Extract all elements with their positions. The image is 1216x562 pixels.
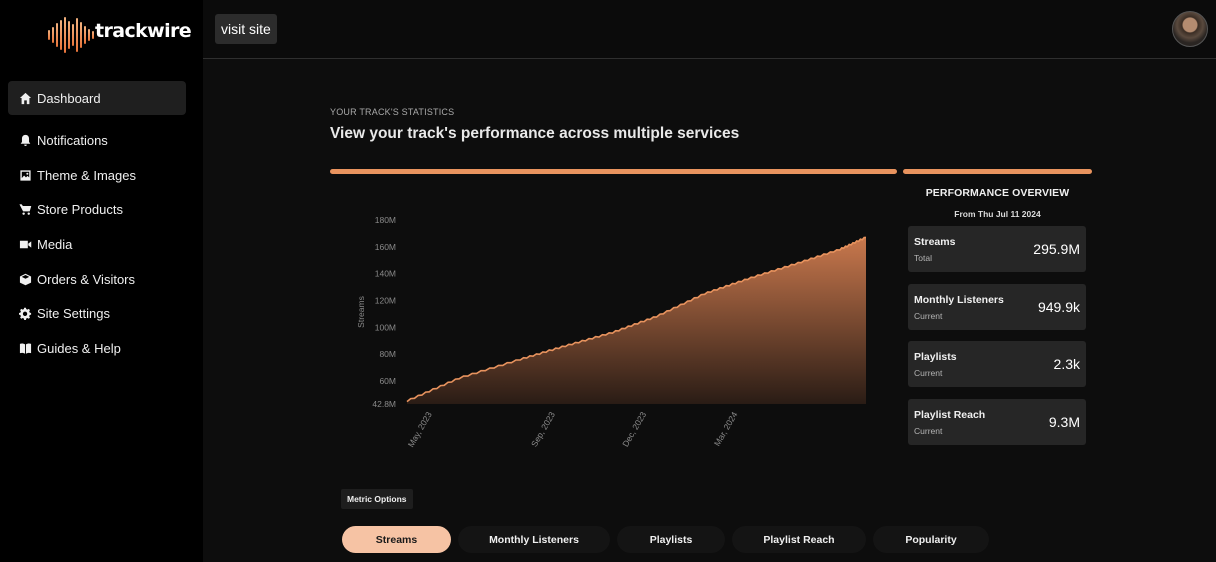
x-tick-label: Mar, 2024 [712, 410, 740, 448]
overview-accent-bar [903, 169, 1092, 174]
avatar[interactable] [1172, 11, 1208, 47]
sidebar-nav: Dashboard Notifications Theme & Images Stor… [8, 81, 186, 366]
bell-icon [18, 134, 32, 148]
performance-overview-date: From Thu Jul 11 2024 [954, 209, 1041, 219]
sidebar-item-media[interactable]: Media [8, 228, 186, 262]
sidebar-item-guides-help[interactable]: Guides & Help [8, 332, 186, 366]
metric-option-popularity[interactable]: Popularity [873, 526, 989, 553]
sidebar-item-store-products[interactable]: Store Products [8, 193, 186, 227]
stat-card-value: 295.9M [1033, 241, 1080, 257]
stat-card-playlist-reach: Playlist Reach Current 9.3M [908, 399, 1086, 445]
sidebar: trackwire Dashboard Notifications Theme & … [0, 0, 203, 562]
stat-card-label: Playlist Reach [914, 409, 986, 421]
metric-option-monthly-listeners[interactable]: Monthly Listeners [458, 526, 610, 553]
visit-site-button[interactable]: visit site [215, 14, 277, 44]
y-tick-label: 100M [375, 322, 396, 332]
stat-card-sublabel: Total [914, 253, 932, 263]
gear-icon [18, 307, 32, 321]
streams-chart: 42.8M 60M 80M 100M 120M 140M 160M 180M Streams Ma… [356, 215, 867, 449]
logo-text: trackwire [95, 20, 192, 42]
page-title: View your track's performance across mul… [330, 125, 740, 142]
stat-card-sublabel: Current [914, 426, 943, 436]
stat-card-value: 949.9k [1037, 299, 1080, 315]
box-icon [18, 272, 32, 286]
x-tick-label: May, 2023 [406, 410, 434, 449]
y-tick-label: 42.8M [372, 399, 396, 409]
x-tick-label: Sep, 2023 [529, 410, 557, 449]
chart-accent-bar [330, 169, 897, 174]
stat-card-streams: Streams Total 295.9M [908, 226, 1086, 272]
sidebar-item-theme-images[interactable]: Theme & Images [8, 158, 186, 192]
stat-card-label: Monthly Listeners [914, 294, 1004, 306]
image-icon [18, 168, 32, 182]
sidebar-item-label: Dashboard [37, 90, 101, 106]
video-icon [18, 238, 32, 252]
home-icon [18, 91, 32, 105]
stat-card-label: Streams [914, 236, 956, 248]
cart-icon [18, 203, 32, 217]
y-tick-label: 60M [379, 376, 396, 386]
y-tick-label: 180M [375, 215, 396, 225]
stat-card-sublabel: Current [914, 368, 943, 378]
sidebar-item-label: Theme & Images [37, 167, 136, 183]
stat-card-value: 9.3M [1048, 414, 1080, 430]
metric-option-playlist-reach[interactable]: Playlist Reach [732, 526, 866, 553]
stat-card-monthly-listeners: Monthly Listeners Current 949.9k [908, 284, 1086, 330]
sidebar-item-dashboard[interactable]: Dashboard [8, 81, 186, 115]
sidebar-item-label: Media [37, 237, 73, 253]
stat-card-sublabel: Current [914, 311, 943, 321]
sidebar-item-label: Store Products [37, 202, 123, 218]
stat-card-value: 2.3k [1053, 356, 1080, 372]
top-header: visit site [203, 0, 1216, 59]
stat-card-playlists: Playlists Current 2.3k [908, 341, 1086, 387]
y-axis-label: Streams [356, 296, 366, 328]
sidebar-item-notifications[interactable]: Notifications [8, 124, 186, 158]
sidebar-item-label: Orders & Visitors [37, 271, 136, 287]
metric-options-label: Metric Options [341, 489, 413, 509]
sidebar-item-label: Site Settings [37, 306, 110, 322]
y-tick-label: 140M [375, 269, 396, 279]
metric-option-streams[interactable]: Streams [342, 526, 451, 553]
performance-overview-title: PERFORMANCE OVERVIEW [925, 187, 1070, 199]
sidebar-item-orders-visitors[interactable]: Orders & Visitors [8, 262, 186, 296]
x-tick-label: Dec, 2023 [620, 410, 648, 449]
sidebar-item-site-settings[interactable]: Site Settings [8, 297, 186, 331]
section-overline: YOUR TRACK'S STATISTICS [330, 107, 455, 117]
stat-card-label: Playlists [914, 351, 957, 363]
y-tick-label: 120M [375, 296, 396, 306]
metric-option-playlists[interactable]: Playlists [617, 526, 725, 553]
y-tick-label: 80M [379, 349, 396, 359]
sidebar-item-label: Notifications [37, 133, 108, 148]
book-icon [18, 342, 32, 356]
trackwire-logo[interactable]: trackwire [48, 12, 192, 54]
logo-soundwave-icon [48, 16, 94, 54]
y-tick-label: 160M [375, 242, 396, 252]
sidebar-item-label: Guides & Help [37, 341, 121, 357]
